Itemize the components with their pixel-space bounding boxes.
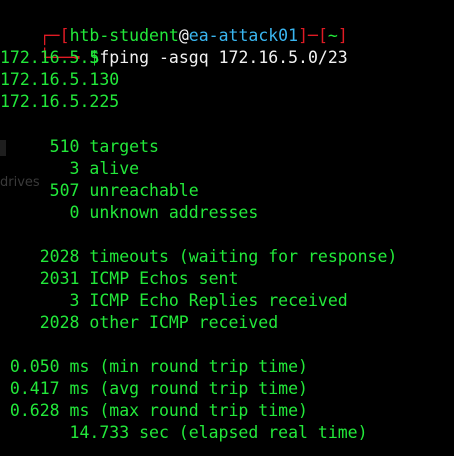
alive-host-line: 172.16.5.225 bbox=[0, 92, 120, 111]
alive-host-line: 172.16.5.5 bbox=[0, 48, 100, 67]
command-text[interactable]: fping -asgq 172.16.5.0/23 bbox=[99, 48, 347, 67]
stat-line-max-rtt: 0.628 ms (max round trip time) bbox=[0, 401, 308, 420]
stat-line-elapsed: 14.733 sec (elapsed real time) bbox=[0, 423, 368, 442]
stat-line-echo-replies: 3 ICMP Echo Replies received bbox=[0, 291, 348, 310]
stat-line-echos-sent: 2031 ICMP Echos sent bbox=[0, 269, 239, 288]
stat-line-timeouts: 2028 timeouts (waiting for response) bbox=[0, 247, 398, 266]
alive-host-line: 172.16.5.130 bbox=[0, 70, 120, 89]
prompt-line-2: └──╼ $fping -asgq 172.16.5.0/23 bbox=[0, 25, 348, 67]
terminal-window[interactable]: drives ┌─[htb-student@ea-attack01]─[~] └… bbox=[0, 0, 454, 456]
stat-line-min-rtt: 0.050 ms (min round trip time) bbox=[0, 357, 308, 376]
stat-line-avg-rtt: 0.417 ms (avg round trip time) bbox=[0, 379, 308, 398]
stat-line-alive: 3 alive bbox=[0, 159, 140, 178]
stat-line-unknown: 0 unknown addresses bbox=[0, 203, 259, 222]
stat-line-other-icmp: 2028 other ICMP received bbox=[0, 313, 279, 332]
prompt-line-1: ┌─[htb-student@ea-attack01]─[~] bbox=[0, 3, 348, 45]
stat-line-unreachable: 507 unreachable bbox=[0, 181, 199, 200]
stat-line-targets: 510 targets bbox=[0, 137, 159, 156]
